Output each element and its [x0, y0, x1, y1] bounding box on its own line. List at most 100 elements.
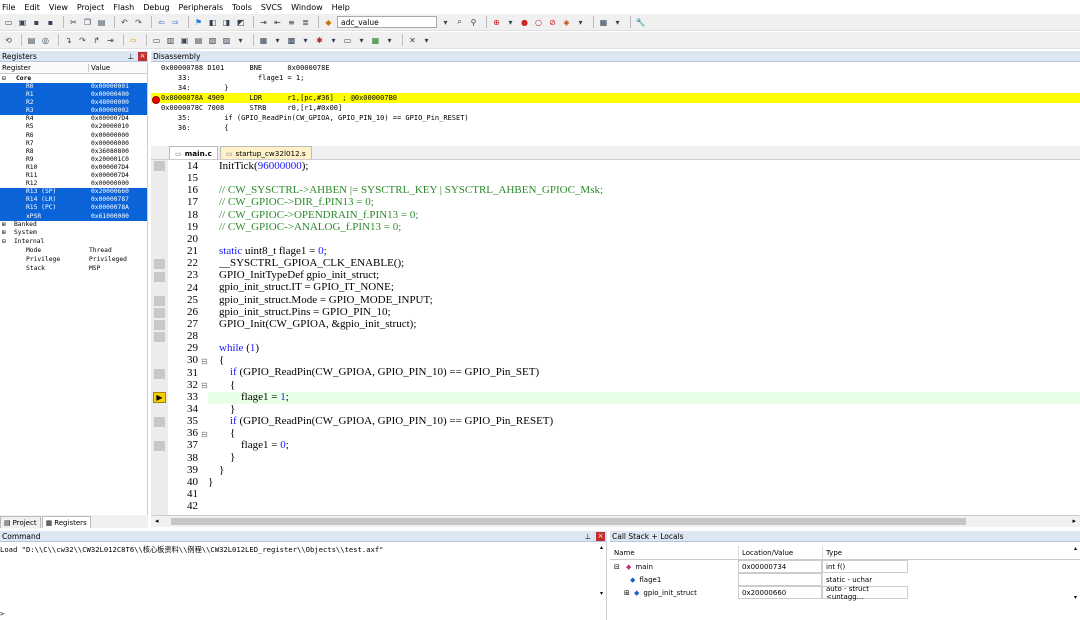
menu-tools[interactable]: Tools [232, 3, 252, 12]
breakpoint-icon[interactable]: ● [519, 17, 530, 28]
code-line[interactable]: // CW_GPIOC->OPENDRAIN_f.PIN13 = 0; [208, 209, 1080, 221]
register-value[interactable]: 0x00000000 [89, 180, 147, 188]
register-value[interactable]: 0x00000000 [89, 140, 147, 148]
register-value[interactable]: 0x61000000 [89, 213, 147, 221]
command-window-icon[interactable]: ▭ [151, 35, 162, 46]
watch-window-icon[interactable]: ▨ [221, 35, 232, 46]
copy-icon[interactable]: ❐ [82, 17, 93, 28]
code-line[interactable]: gpio_init_struct.IT = GPIO_IT_NONE; [208, 281, 1080, 293]
code-line[interactable] [208, 330, 1080, 342]
close-icon[interactable]: × [138, 51, 147, 61]
expand-icon[interactable]: ⊞ [624, 589, 632, 597]
collapse-icon[interactable]: ⊟ [2, 74, 12, 83]
indent-icon[interactable]: ⇥ [258, 17, 269, 28]
bookmark-prev-icon[interactable]: ◧ [207, 17, 218, 28]
column-type[interactable]: Type [822, 546, 908, 559]
paste-icon[interactable]: ▤ [96, 17, 107, 28]
register-value[interactable]: 0x20000010 [89, 123, 147, 131]
code-line[interactable]: GPIO_InitTypeDef gpio_init_struct; [208, 269, 1080, 281]
column-location[interactable]: Location/Value [738, 546, 822, 559]
column-register[interactable]: Register [0, 64, 89, 72]
register-row[interactable]: R1 0x00000400 [0, 91, 147, 100]
code-line[interactable]: { [208, 354, 1080, 366]
debug-session-icon[interactable]: ⊕ [491, 17, 502, 28]
fold-icon[interactable]: ⊟ [201, 381, 208, 390]
disassembly-line[interactable]: 33: flage1 = 1; [151, 73, 1080, 83]
tab-startup-s[interactable]: ▭ startup_cw32l012.s [219, 146, 312, 159]
code-line[interactable]: } [208, 451, 1080, 463]
code-line[interactable]: { [208, 427, 1080, 439]
bookmark-clear-icon[interactable]: ◩ [235, 17, 246, 28]
menu-help[interactable]: Help [332, 3, 350, 12]
register-row[interactable]: R0 0x00000001 [0, 83, 147, 92]
bookmark-next-icon[interactable]: ◨ [221, 17, 232, 28]
column-value[interactable]: Value [89, 64, 110, 72]
disassembly-line[interactable]: 0x0000078C 7008 STRB r0,[r1,#0x00] [151, 103, 1080, 113]
run-icon[interactable]: ▤ [26, 35, 37, 46]
tab-registers[interactable]: ▦ Registers [41, 516, 91, 528]
tree-internal[interactable]: ⊟ Internal [0, 238, 147, 247]
code-editor[interactable]: ▶ 14 15 16 17 18 19 20 21 22 23 24 25 26 27 28 29 30 31 32… [151, 160, 1080, 515]
breakpoint-kill-icon[interactable]: ⊘ [547, 17, 558, 28]
code-line[interactable]: if (GPIO_ReadPin(CW_GPIOA, GPIO_PIN_10) … [208, 366, 1080, 378]
step-into-icon[interactable]: ↴ [63, 35, 74, 46]
scroll-right-icon[interactable]: ▸ [1072, 517, 1076, 525]
search-icon[interactable]: ⌕ [454, 17, 465, 28]
code-line[interactable]: // CW_SYSCTRL->AHBEN |= SYSCTRL_KEY | SY… [208, 184, 1080, 196]
scroll-down-icon[interactable]: ▾ [600, 590, 603, 597]
register-value[interactable]: 0x000007D4 [89, 115, 147, 123]
table-row[interactable]: ⊞ ◆ gpio_init_struct 0x20000660 auto - str… [610, 585, 1080, 601]
window-layout-icon[interactable]: ▦ [598, 17, 609, 28]
comment-icon[interactable]: ≡ [286, 17, 297, 28]
code-line[interactable]: } [208, 403, 1080, 415]
register-row[interactable]: R12 0x00000000 [0, 180, 147, 188]
code-line[interactable] [208, 488, 1080, 500]
register-value[interactable]: 0x20000660 [89, 188, 147, 196]
register-value[interactable]: 0x200001C0 [89, 156, 147, 164]
editor-horizontal-scrollbar[interactable]: ◂ ▸ [151, 515, 1080, 527]
close-icon[interactable]: × [596, 531, 605, 541]
register-row[interactable]: R9 0x200001C0 [0, 156, 147, 164]
menu-window[interactable]: Window [291, 3, 323, 12]
code-line[interactable]: flage1 = 1; [208, 391, 1080, 403]
register-row[interactable]: R13 (SP) 0x20000660 [0, 188, 147, 197]
register-row[interactable]: R8 0x36080800 [0, 148, 147, 156]
scroll-up-icon[interactable]: ▴ [600, 544, 603, 551]
fold-icon[interactable]: ⊟ [201, 430, 208, 439]
memory-window-icon[interactable]: ▦ [258, 35, 269, 46]
dropdown-icon[interactable]: ▾ [300, 35, 311, 46]
register-row[interactable]: R6 0x00000000 [0, 132, 147, 140]
code-line[interactable]: static uint8_t flage1 = 0; [208, 245, 1080, 257]
code-line[interactable]: GPIO_Init(CW_GPIOA, &gpio_init_struct); [208, 318, 1080, 330]
disassembly-window-icon[interactable]: ▥ [165, 35, 176, 46]
menu-project[interactable]: Project [77, 3, 104, 12]
system-viewer-icon[interactable]: ▦ [370, 35, 381, 46]
breakpoint-all-icon[interactable]: ◈ [561, 17, 572, 28]
dropdown-icon[interactable]: ▾ [505, 17, 516, 28]
scroll-down-icon[interactable]: ▾ [1074, 594, 1077, 601]
code-line[interactable]: InitTick(96000000); [208, 160, 1080, 172]
fold-icon[interactable]: ⊟ [201, 357, 208, 366]
collapse-icon[interactable]: ⊟ [2, 238, 14, 247]
undo-icon[interactable]: ↶ [119, 17, 130, 28]
column-name[interactable]: Name [610, 549, 738, 557]
code-line[interactable]: __SYSCTRL_GPIOA_CLK_ENABLE(); [208, 257, 1080, 269]
code-line[interactable]: flage1 = 0; [208, 439, 1080, 451]
pin-icon[interactable]: ⊥ [127, 52, 134, 61]
find-combo[interactable]: adc_value [337, 16, 437, 28]
dropdown-icon[interactable]: ▾ [575, 17, 586, 28]
outdent-icon[interactable]: ⇤ [272, 17, 283, 28]
trace-window-icon[interactable]: ▭ [342, 35, 353, 46]
disassembly-pane[interactable]: 0x00000788 D101 BNE 0x0000078E 33: flage… [151, 63, 1080, 146]
tab-main-c[interactable]: ▭ main.c [169, 146, 218, 159]
register-value[interactable]: 0x48000000 [89, 99, 147, 107]
command-input[interactable]: > [0, 610, 607, 620]
dropdown-icon[interactable]: ▾ [328, 35, 339, 46]
register-row[interactable]: R11 0x000007D4 [0, 172, 147, 180]
menu-debug[interactable]: Debug [143, 3, 169, 12]
register-value[interactable]: 0x36080800 [89, 148, 147, 156]
uncomment-icon[interactable]: ≣ [300, 17, 311, 28]
register-row[interactable]: R7 0x00000000 [0, 140, 147, 148]
menu-peripherals[interactable]: Peripherals [179, 3, 224, 12]
disassembly-line[interactable]: 36: { [151, 123, 1080, 133]
